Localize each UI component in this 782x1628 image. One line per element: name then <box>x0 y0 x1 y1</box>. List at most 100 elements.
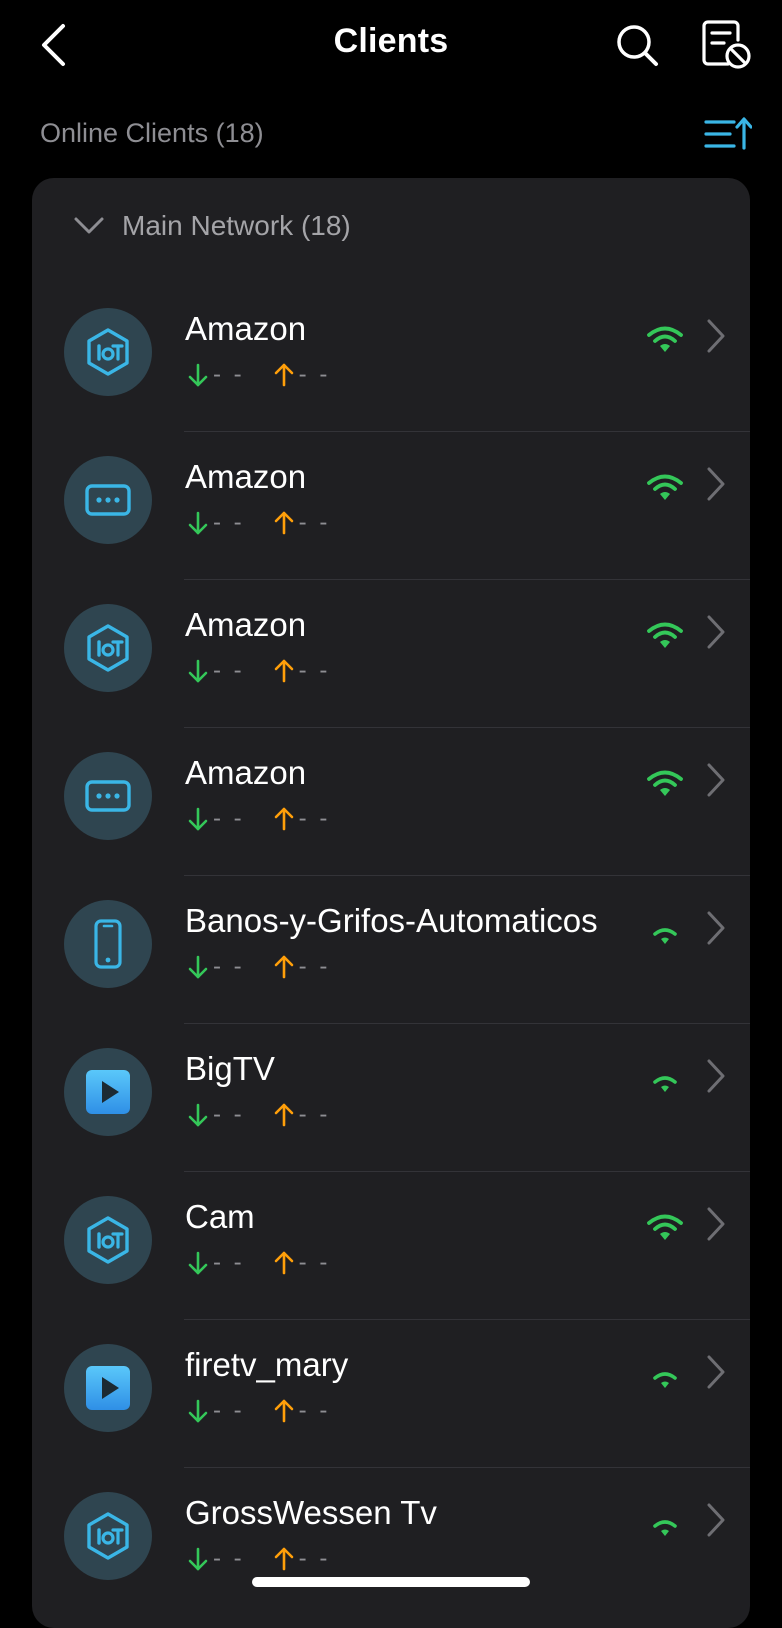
sort-button[interactable] <box>704 114 753 158</box>
download-arrow-icon <box>188 807 208 831</box>
upload-value: - - <box>298 361 331 388</box>
generic-device-icon <box>85 484 131 516</box>
traffic-rates: - - - - <box>187 508 358 538</box>
search-icon <box>617 25 658 66</box>
wifi-signal-strong-icon <box>647 770 683 796</box>
chevron-right-icon <box>707 1207 725 1241</box>
group-header[interactable]: Main Network (18) <box>72 206 351 246</box>
download-arrow-icon <box>188 955 208 979</box>
chevron-down-icon <box>74 217 104 234</box>
iot-hexagon-icon <box>87 1512 129 1560</box>
traffic-rates: - - - - <box>187 1396 358 1426</box>
upload-rate: - - <box>273 1249 331 1277</box>
client-row[interactable]: GrossWessen Tv - - - - <box>32 1468 750 1616</box>
chevron-right-icon <box>707 1355 725 1389</box>
download-value: - - <box>213 361 245 388</box>
chevron-right-icon <box>707 615 725 649</box>
chevron-right-icon <box>707 763 725 797</box>
download-rate: - - <box>187 1249 245 1277</box>
upload-rate: - - <box>273 1101 331 1129</box>
traffic-rates: - - - - <box>187 656 358 686</box>
upload-rate: - - <box>273 1397 331 1425</box>
search-button[interactable] <box>614 20 660 70</box>
client-row[interactable]: Amazon - - - - <box>32 728 750 876</box>
upload-arrow-icon <box>274 659 293 683</box>
upload-value: - - <box>298 657 331 684</box>
device-avatar <box>64 1492 152 1580</box>
iot-hexagon-icon <box>87 328 129 376</box>
download-value: - - <box>213 1249 245 1276</box>
download-arrow-icon <box>188 659 208 683</box>
download-rate: - - <box>187 953 245 981</box>
upload-rate: - - <box>273 657 331 685</box>
download-value: - - <box>213 1545 245 1572</box>
upload-rate: - - <box>273 361 331 389</box>
blocked-clients-button[interactable] <box>700 18 752 72</box>
client-row[interactable]: Cam - - - - <box>32 1172 750 1320</box>
upload-value: - - <box>298 1545 331 1572</box>
upload-rate: - - <box>273 805 331 833</box>
group-label: Main Network (18) <box>122 210 351 241</box>
client-row[interactable]: Banos-y-Grifos-Automaticos - - - - <box>32 876 750 1024</box>
traffic-rates: - - - - <box>187 1544 358 1574</box>
upload-arrow-icon <box>274 1547 293 1571</box>
device-avatar <box>64 1344 152 1432</box>
chevron-right-icon <box>707 319 725 353</box>
traffic-rates: - - - - <box>187 1100 358 1130</box>
wifi-signal-strong-icon <box>647 326 683 352</box>
device-avatar <box>64 752 152 840</box>
traffic-rates: - - - - <box>187 1248 358 1278</box>
download-rate: - - <box>187 657 245 685</box>
client-row[interactable]: Amazon - - - - <box>32 284 750 432</box>
client-row[interactable]: firetv_mary - - - - <box>32 1320 750 1468</box>
upload-rate: - - <box>273 1545 331 1573</box>
device-avatar <box>64 900 152 988</box>
download-value: - - <box>213 953 245 980</box>
wifi-signal-weak-icon <box>653 928 677 944</box>
traffic-rates: - - - - <box>187 804 358 834</box>
wifi-signal-strong-icon <box>647 622 683 648</box>
phone-icon <box>94 919 122 969</box>
download-value: - - <box>213 1397 245 1424</box>
client-name: BigTV <box>185 1050 275 1087</box>
chevron-right-icon <box>707 911 725 945</box>
download-arrow-icon <box>188 1103 208 1127</box>
upload-arrow-icon <box>274 1399 293 1423</box>
client-row[interactable]: Amazon - - - - <box>32 432 750 580</box>
download-arrow-icon <box>188 363 208 387</box>
upload-arrow-icon <box>274 1251 293 1275</box>
device-avatar <box>64 1196 152 1284</box>
download-rate: - - <box>187 805 245 833</box>
upload-arrow-icon <box>274 511 293 535</box>
tv-play-icon <box>86 1366 130 1410</box>
download-value: - - <box>213 1101 245 1128</box>
client-name: Amazon <box>185 754 307 791</box>
upload-value: - - <box>298 953 331 980</box>
top-bar: Clients <box>0 0 782 95</box>
upload-arrow-icon <box>274 363 293 387</box>
page-title: Clients <box>333 22 449 60</box>
wifi-signal-weak-icon <box>653 1372 677 1388</box>
download-value: - - <box>213 657 245 684</box>
iot-hexagon-icon <box>87 1216 129 1264</box>
client-name: Amazon <box>185 606 307 643</box>
client-name: GrossWessen Tv <box>185 1494 437 1531</box>
client-list: Amazon - - - - Amazon - - - - Amazon - -… <box>32 284 750 1616</box>
wifi-signal-weak-icon <box>653 1076 677 1092</box>
client-row[interactable]: Amazon - - - - <box>32 580 750 728</box>
home-indicator <box>252 1577 530 1587</box>
chevron-right-icon <box>707 1503 725 1537</box>
wifi-signal-weak-icon <box>653 1520 677 1536</box>
client-name: firetv_mary <box>185 1346 349 1383</box>
upload-rate: - - <box>273 509 331 537</box>
generic-device-icon <box>85 780 131 812</box>
download-value: - - <box>213 509 245 536</box>
chevron-right-icon <box>707 467 725 501</box>
iot-hexagon-icon <box>87 624 129 672</box>
device-avatar <box>64 1048 152 1136</box>
device-avatar <box>64 456 152 544</box>
upload-value: - - <box>298 805 331 832</box>
blocked-list-icon <box>702 20 751 69</box>
chevron-right-icon <box>707 1059 725 1093</box>
client-row[interactable]: BigTV - - - - <box>32 1024 750 1172</box>
